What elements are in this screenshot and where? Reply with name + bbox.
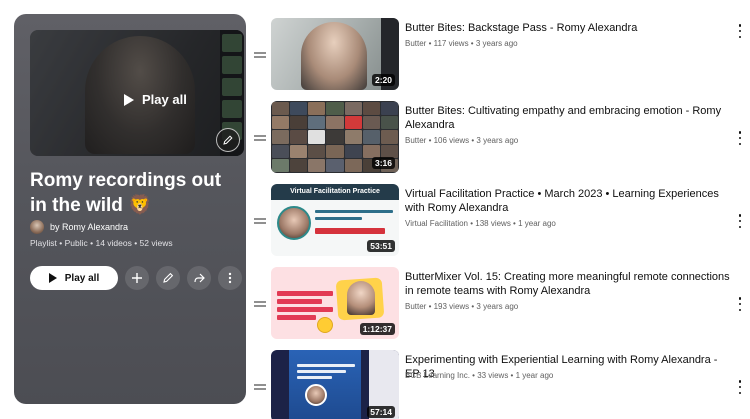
channel-name[interactable]: BCB Learning Inc. [405, 371, 470, 380]
channel-name[interactable]: Butter [405, 39, 426, 48]
video-meta: Virtual Facilitation • 138 views • 1 yea… [405, 219, 556, 228]
video-menu-button[interactable] [736, 380, 744, 394]
list-item[interactable]: 1:12:37 ButterMixer Vol. 15: Creating mo… [252, 267, 750, 343]
video-meta: BCB Learning Inc. • 33 views • 1 year ag… [405, 371, 554, 380]
video-menu-button[interactable] [736, 214, 744, 228]
drag-handle-icon[interactable] [254, 52, 266, 58]
drag-handle-icon[interactable] [254, 384, 266, 390]
video-thumbnail[interactable]: 1:12:37 [271, 267, 399, 339]
list-item[interactable]: 3:16 Butter Bites: Cultivating empathy a… [252, 101, 750, 177]
drag-handle-icon[interactable] [254, 301, 266, 307]
add-button[interactable] [125, 266, 149, 290]
video-menu-button[interactable] [736, 24, 744, 38]
upload-age: 1 year ago [518, 219, 556, 228]
thumbnail-person [305, 384, 327, 406]
thumbnail-text-lines [297, 364, 355, 382]
view-count: 138 views [475, 219, 511, 228]
video-thumbnail[interactable]: 3:16 [271, 101, 399, 173]
hero-play-all-label: Play all [142, 92, 187, 107]
duration-badge: 3:16 [371, 157, 395, 169]
duration-badge: 2:20 [371, 74, 395, 86]
view-count: 193 views [433, 302, 470, 311]
share-icon [194, 273, 205, 283]
channel-name[interactable]: Butter [405, 136, 426, 145]
thumbnail-person [277, 206, 311, 240]
thumbnail-person [301, 22, 367, 90]
playlist-owner[interactable]: by Romy Alexandra [30, 220, 128, 234]
thumbnail-person [347, 281, 375, 315]
playlist-hero-thumbnail[interactable]: Play all [30, 30, 244, 156]
channel-name[interactable]: Virtual Facilitation [405, 219, 468, 228]
upload-age: 1 year ago [515, 371, 554, 380]
playlist-page: Play all Romy recordings out in the wild… [0, 0, 750, 419]
list-item[interactable]: Virtual Facilitation Practice 53:51 Virt… [252, 184, 750, 260]
duration-badge: 1:12:37 [359, 323, 395, 335]
more-options-button[interactable] [218, 266, 242, 290]
upload-age: 3 years ago [476, 302, 519, 311]
drag-handle-icon[interactable] [254, 218, 266, 224]
play-icon [48, 273, 57, 283]
pencil-icon [223, 135, 233, 145]
video-meta: Butter • 193 views • 3 years ago [405, 302, 519, 311]
video-thumbnail[interactable]: Virtual Facilitation Practice 53:51 [271, 184, 399, 256]
thumbnail-name-bar [315, 228, 385, 234]
playlist-actions: Play all [30, 266, 242, 290]
video-meta: Butter • 117 views • 3 years ago [405, 39, 518, 48]
edit-thumbnail-button[interactable] [216, 128, 240, 152]
plus-icon [132, 273, 142, 283]
view-count: 106 views [433, 136, 470, 145]
thumbnail-card [289, 350, 361, 419]
thumbnail-banner: Virtual Facilitation Practice [271, 184, 399, 200]
view-count: 33 views [477, 371, 509, 380]
video-title[interactable]: Butter Bites: Cultivating empathy and em… [405, 104, 730, 132]
play-all-button[interactable]: Play all [30, 266, 118, 290]
channel-name[interactable]: Butter [405, 302, 426, 311]
owner-name[interactable]: by Romy Alexandra [50, 222, 128, 232]
video-title[interactable]: ButterMixer Vol. 15: Creating more meani… [405, 270, 730, 298]
upload-age: 3 years ago [476, 136, 519, 145]
share-button[interactable] [187, 266, 211, 290]
pencil-icon [163, 272, 174, 283]
view-count: 117 views [433, 39, 469, 48]
avatar[interactable] [30, 220, 44, 234]
video-title[interactable]: Butter Bites: Backstage Pass - Romy Alex… [405, 21, 730, 35]
list-item[interactable]: 57:14 Experimenting with Experiential Le… [252, 350, 750, 419]
play-icon [124, 93, 134, 106]
thumbnail-text-lines [315, 210, 393, 224]
hero-play-all[interactable]: Play all [124, 92, 187, 107]
list-item[interactable]: 2:20 Butter Bites: Backstage Pass - Romy… [252, 18, 750, 94]
duration-badge: 57:14 [367, 406, 395, 418]
video-menu-button[interactable] [736, 131, 744, 145]
video-title[interactable]: Virtual Facilitation Practice • March 20… [405, 187, 730, 215]
smiley-icon [317, 317, 333, 333]
video-thumbnail[interactable]: 2:20 [271, 18, 399, 90]
video-meta: Butter • 106 views • 3 years ago [405, 136, 519, 145]
edit-button[interactable] [156, 266, 180, 290]
more-vert-icon [228, 272, 232, 284]
duration-badge: 53:51 [367, 240, 395, 252]
drag-handle-icon[interactable] [254, 135, 266, 141]
video-thumbnail[interactable]: 57:14 [271, 350, 399, 419]
upload-age: 3 years ago [475, 39, 518, 48]
video-menu-button[interactable] [736, 297, 744, 311]
playlist-title: Romy recordings out in the wild 🦁 [30, 170, 222, 216]
playlist-meta: Playlist • Public • 14 videos • 52 views [30, 238, 173, 248]
playlist-header-panel: Play all Romy recordings out in the wild… [14, 14, 246, 404]
play-all-label: Play all [64, 272, 100, 284]
